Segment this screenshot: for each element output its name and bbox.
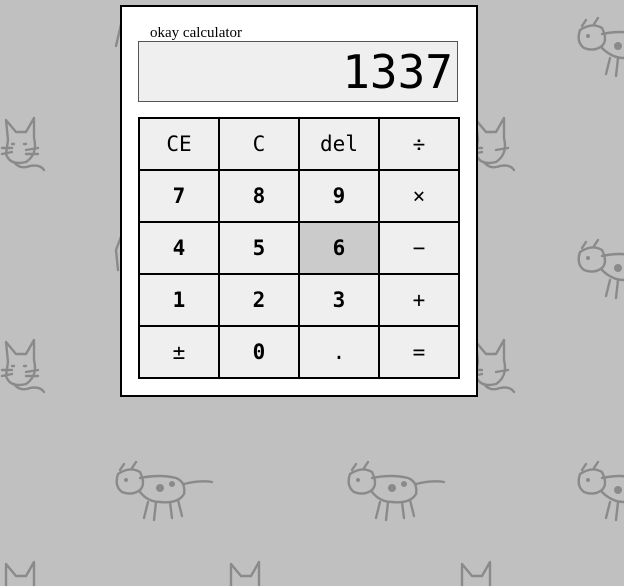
multiply-button[interactable]: × — [380, 171, 458, 221]
digit-2-button[interactable]: 2 — [220, 275, 298, 325]
delete-button[interactable]: del — [300, 119, 378, 169]
negate-button[interactable]: ± — [140, 327, 218, 377]
cow-doodle-icon — [577, 238, 624, 300]
digit-1-button[interactable]: 1 — [140, 275, 218, 325]
cat-doodle-icon — [4, 560, 36, 586]
digit-4-button[interactable]: 4 — [140, 223, 218, 273]
keypad: CE Cdel ÷ 7 8 9 × 4 5 6− 1 2 3 + ±0. = — [138, 117, 460, 379]
cat-doodle-icon — [0, 116, 46, 172]
clear-entry-button[interactable]: CE — [140, 119, 218, 169]
cat-doodle-icon — [460, 560, 492, 586]
calculator-window: okay calculator 1337 CE Cdel ÷ 7 8 9 × 4 5 6− 1 2 3 +… — [120, 5, 478, 397]
digit-7-button[interactable]: 7 — [140, 171, 218, 221]
digit-9-button[interactable]: 9 — [300, 171, 378, 221]
cow-doodle-icon — [115, 460, 214, 522]
digit-8-button[interactable]: 8 — [220, 171, 298, 221]
subtract-button[interactable]: − — [380, 223, 458, 273]
digit-3-button[interactable]: 3 — [300, 275, 378, 325]
digit-0-button[interactable]: 0 — [220, 327, 298, 377]
add-button[interactable]: + — [380, 275, 458, 325]
decimal-point-button[interactable]: . — [300, 327, 378, 377]
digit-5-button[interactable]: 5 — [220, 223, 298, 273]
cow-doodle-icon — [577, 460, 624, 522]
digit-6-button[interactable]: 6 — [300, 223, 378, 273]
cow-doodle-icon — [577, 16, 624, 78]
equals-button[interactable]: = — [380, 327, 458, 377]
divide-button[interactable]: ÷ — [380, 119, 458, 169]
cow-doodle-icon — [347, 460, 446, 522]
clear-button[interactable]: C — [220, 119, 298, 169]
window-title: okay calculator — [150, 25, 243, 41]
result-display: 1337 — [138, 41, 458, 102]
cat-doodle-icon — [0, 338, 46, 394]
cat-doodle-icon — [229, 560, 261, 586]
